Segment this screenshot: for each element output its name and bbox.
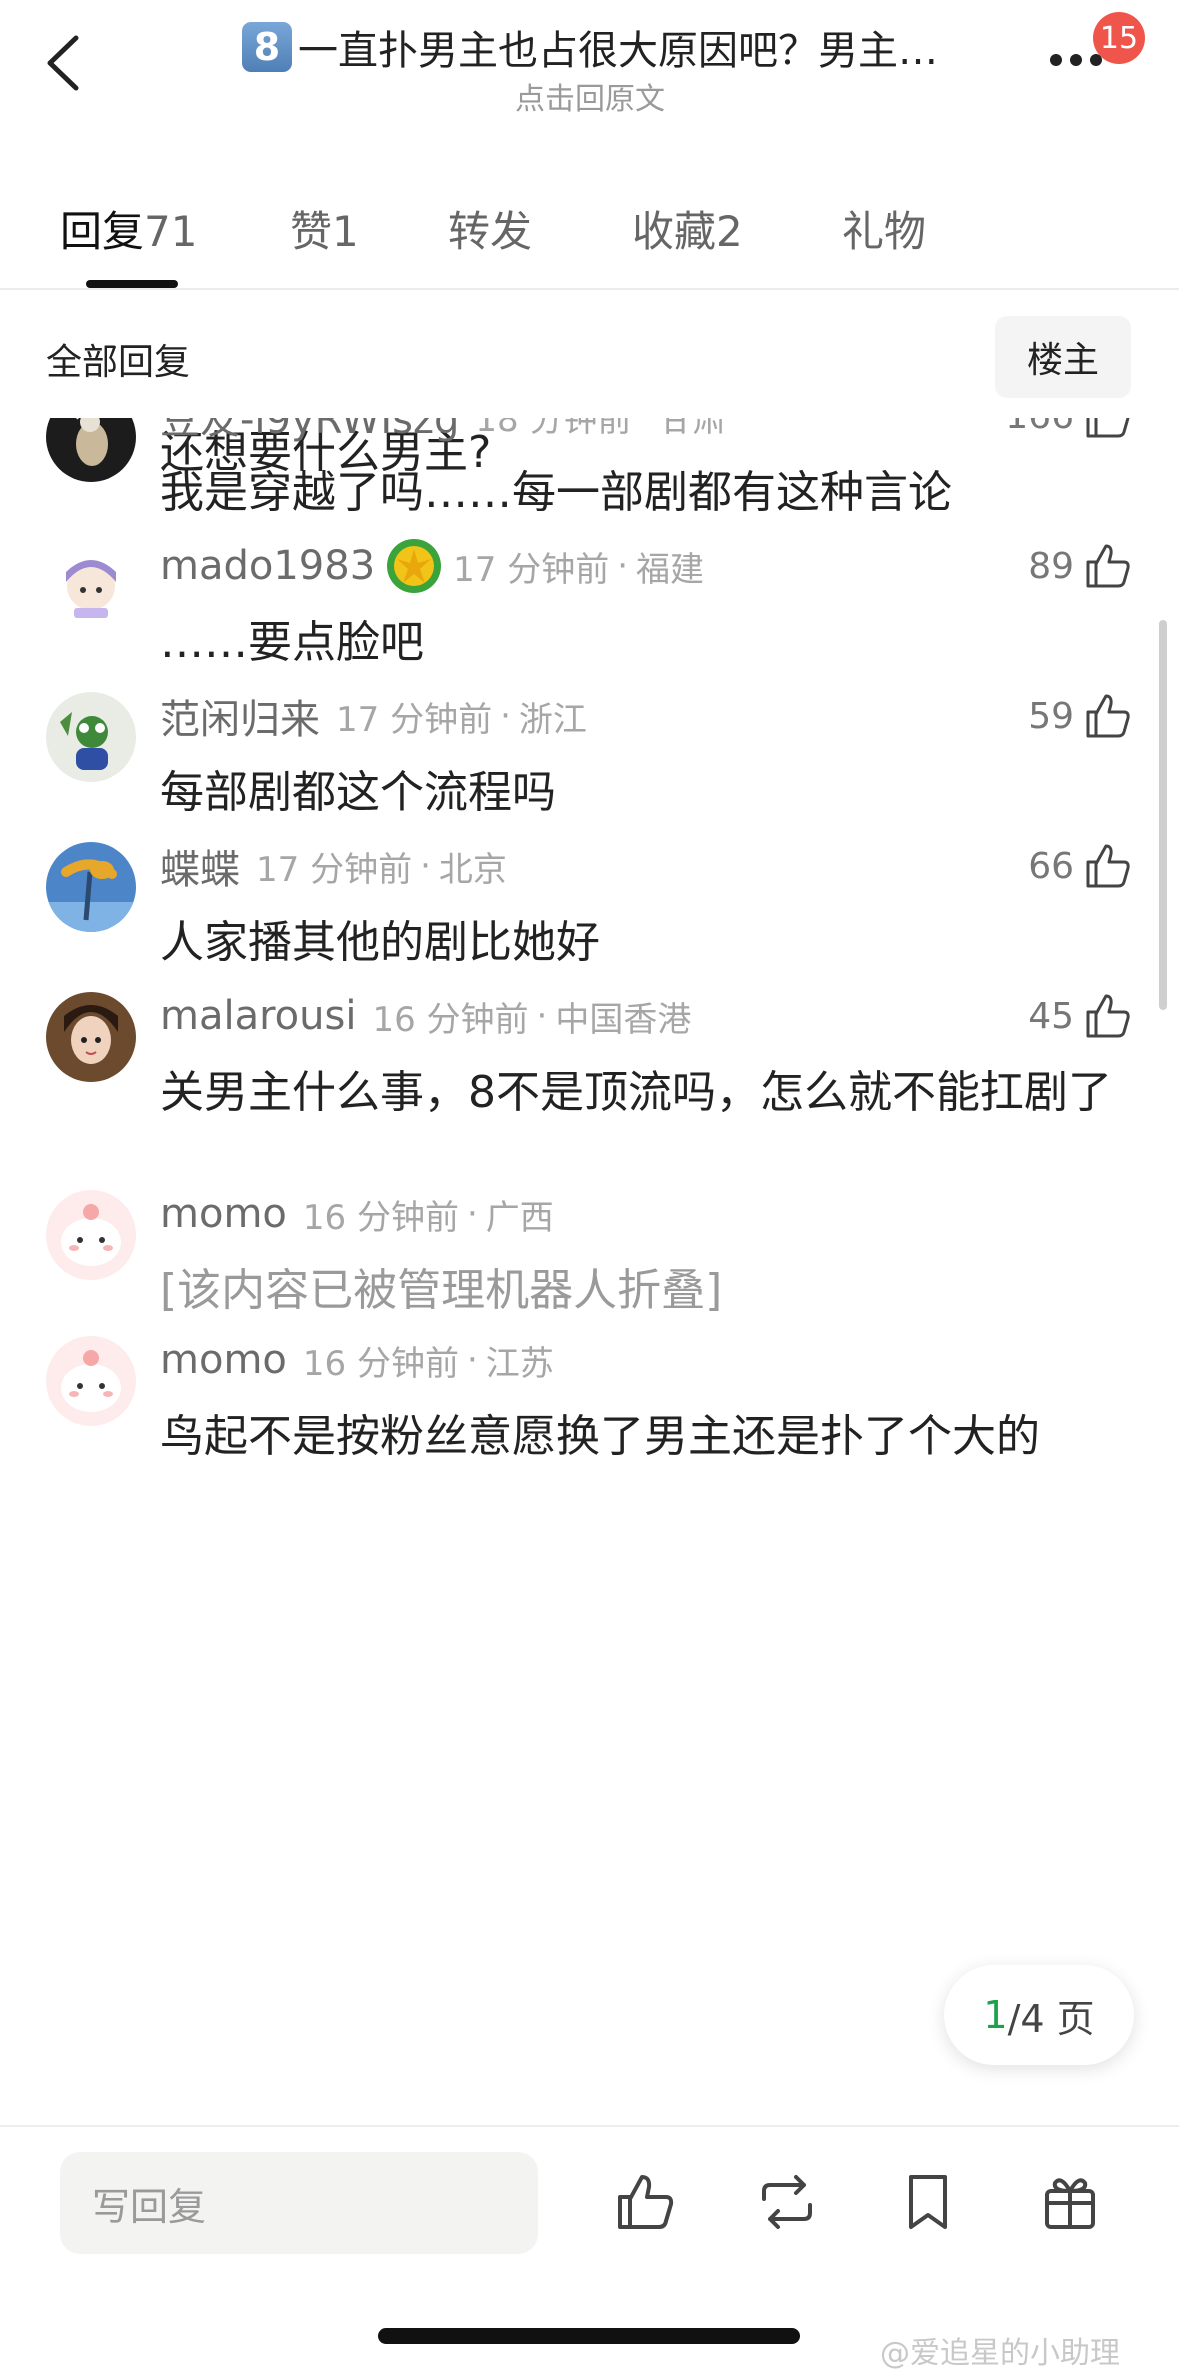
comment-text: 我是穿越了吗……每一部剧都有这种言论 <box>160 467 952 518</box>
like-count: 66 <box>1028 845 1074 887</box>
timestamp: 16 分钟前 <box>372 999 529 1040</box>
comment-meta: malarousi 16 分钟前 · 中国香港 <box>160 986 691 1046</box>
all-replies-label: 全部回复 <box>46 342 191 383</box>
post-title-area[interactable]: 8 一直扑男主也占很大原因吧？男主… 点击回原文 <box>200 20 980 118</box>
avatar[interactable] <box>46 842 136 932</box>
username[interactable]: 豆友-l9yRWIszg <box>160 418 459 445</box>
tab-reposts[interactable]: 转发 <box>448 198 532 259</box>
like-button[interactable]: 166 <box>1005 418 1134 446</box>
thumbs-up-icon <box>1086 994 1130 1038</box>
comment-meta: momo 16 分钟前 · 江苏 <box>160 1330 554 1390</box>
comment-list[interactable]: 还想要什么男主? 豆友-l9yRWIszg 18 分钟前 · 甘肃 166 我是… <box>0 418 1179 2118</box>
keycap-eight-emoji: 8 <box>242 22 292 72</box>
comment-text: ……要点脸吧 <box>160 617 424 668</box>
location: 浙江 <box>518 699 587 740</box>
tab-gifts[interactable]: 礼物 <box>842 198 926 259</box>
location-separator: · <box>640 418 651 436</box>
active-tab-indicator <box>86 280 178 288</box>
username[interactable]: 蝶蝶 <box>160 837 240 895</box>
location-separator: · <box>500 696 511 736</box>
location-separator: · <box>466 1194 478 1234</box>
location-separator: · <box>466 1340 478 1380</box>
op-only-button[interactable]: 楼主 <box>995 316 1131 398</box>
page-indicator[interactable]: 1/4 页 <box>944 1965 1134 2065</box>
thumbs-up-icon <box>1086 418 1130 438</box>
member-badge-icon <box>387 539 442 593</box>
repost-icon[interactable] <box>754 2169 820 2235</box>
location: 中国香港 <box>555 999 692 1040</box>
scrollbar[interactable] <box>1159 620 1167 1010</box>
current-page: 1 <box>983 1993 1008 2037</box>
like-count: 59 <box>1028 695 1074 737</box>
like-button[interactable]: 66 <box>1028 836 1134 896</box>
location-separator: · <box>536 996 548 1036</box>
comment-text: 每部剧都这个流程吗 <box>160 767 556 818</box>
avatar[interactable] <box>46 992 136 1082</box>
watermark: @爱追星的小助理 <box>880 2336 1120 2371</box>
thumbs-up-icon <box>1086 544 1130 588</box>
like-button[interactable]: 89 <box>1028 536 1134 596</box>
location: 北京 <box>438 849 507 890</box>
location: 福建 <box>636 549 705 590</box>
timestamp: 17 分钟前 <box>453 549 610 590</box>
comment-text: 鸟起不是按粉丝意愿换了男主还是扑了个大的 <box>160 1411 1040 1462</box>
timestamp: 18 分钟前 <box>475 418 632 440</box>
thumbs-up-icon <box>1086 694 1130 738</box>
comment-text: 关男主什么事，8不是顶流吗，怎么就不能扛剧了 <box>160 1067 1112 1118</box>
comment-text: 人家播其他的剧比她好 <box>160 917 600 968</box>
username[interactable]: malarousi <box>160 993 356 1039</box>
home-indicator[interactable] <box>378 2328 800 2344</box>
comment-meta: 范闲归来 17 分钟前 · 浙江 <box>160 686 587 746</box>
back-to-post-link[interactable]: 点击回原文 <box>200 74 980 118</box>
username[interactable]: mado1983 <box>160 543 375 589</box>
avatar[interactable] <box>46 692 136 782</box>
tab-bar: 回复71 赞1 转发 收藏2 礼物 <box>0 190 1179 290</box>
top-nav-bar: 8 一直扑男主也占很大原因吧？男主… 点击回原文 15 <box>0 0 1179 130</box>
timestamp: 17 分钟前 <box>256 849 413 890</box>
notification-badge: 15 <box>1093 12 1145 64</box>
like-icon[interactable] <box>612 2169 678 2235</box>
location-separator: · <box>617 546 629 586</box>
avatar[interactable] <box>46 1190 136 1280</box>
thumbs-up-icon <box>1086 844 1130 888</box>
location-separator: · <box>420 846 431 886</box>
comment-meta: mado1983 17 分钟前 · 福建 <box>160 536 704 596</box>
back-arrow-icon[interactable] <box>40 28 90 98</box>
folded-comment-notice[interactable]: [该内容已被管理机器人折叠] <box>160 1256 1120 1326</box>
tab-replies[interactable]: 回复71 <box>60 198 197 259</box>
like-button[interactable]: 45 <box>1028 986 1134 1046</box>
avatar[interactable] <box>46 1336 136 1426</box>
tab-likes[interactable]: 赞1 <box>290 198 359 259</box>
filter-row: 全部回复 楼主 <box>0 300 1179 410</box>
location: 甘肃 <box>658 418 727 440</box>
timestamp: 16 分钟前 <box>302 1197 459 1238</box>
comment-meta: momo 16 分钟前 · 广西 <box>160 1184 554 1244</box>
like-button[interactable]: 59 <box>1028 686 1134 746</box>
like-count: 45 <box>1028 995 1074 1037</box>
gift-icon[interactable] <box>1037 2169 1103 2235</box>
username[interactable]: momo <box>160 1191 287 1237</box>
avatar[interactable] <box>46 418 136 482</box>
username[interactable]: 范闲归来 <box>160 687 320 745</box>
tab-favorites[interactable]: 收藏2 <box>632 198 743 259</box>
timestamp: 16 分钟前 <box>302 1343 459 1384</box>
post-title: 一直扑男主也占很大原因吧？男主… <box>298 28 938 74</box>
total-pages: /4 页 <box>1007 1996 1095 2041</box>
reply-input[interactable]: 写回复 <box>60 2152 538 2254</box>
avatar[interactable] <box>46 542 136 632</box>
like-count: 166 <box>1005 418 1074 437</box>
username[interactable]: momo <box>160 1337 287 1383</box>
comment-meta: 蝶蝶 17 分钟前 · 北京 <box>160 836 507 896</box>
bookmark-icon[interactable] <box>895 2169 961 2235</box>
comment-meta: 豆友-l9yRWIszg 18 分钟前 · 甘肃 <box>160 418 726 446</box>
like-count: 89 <box>1028 545 1074 587</box>
location: 江苏 <box>485 1343 554 1384</box>
location: 广西 <box>485 1197 554 1238</box>
timestamp: 17 分钟前 <box>336 699 493 740</box>
